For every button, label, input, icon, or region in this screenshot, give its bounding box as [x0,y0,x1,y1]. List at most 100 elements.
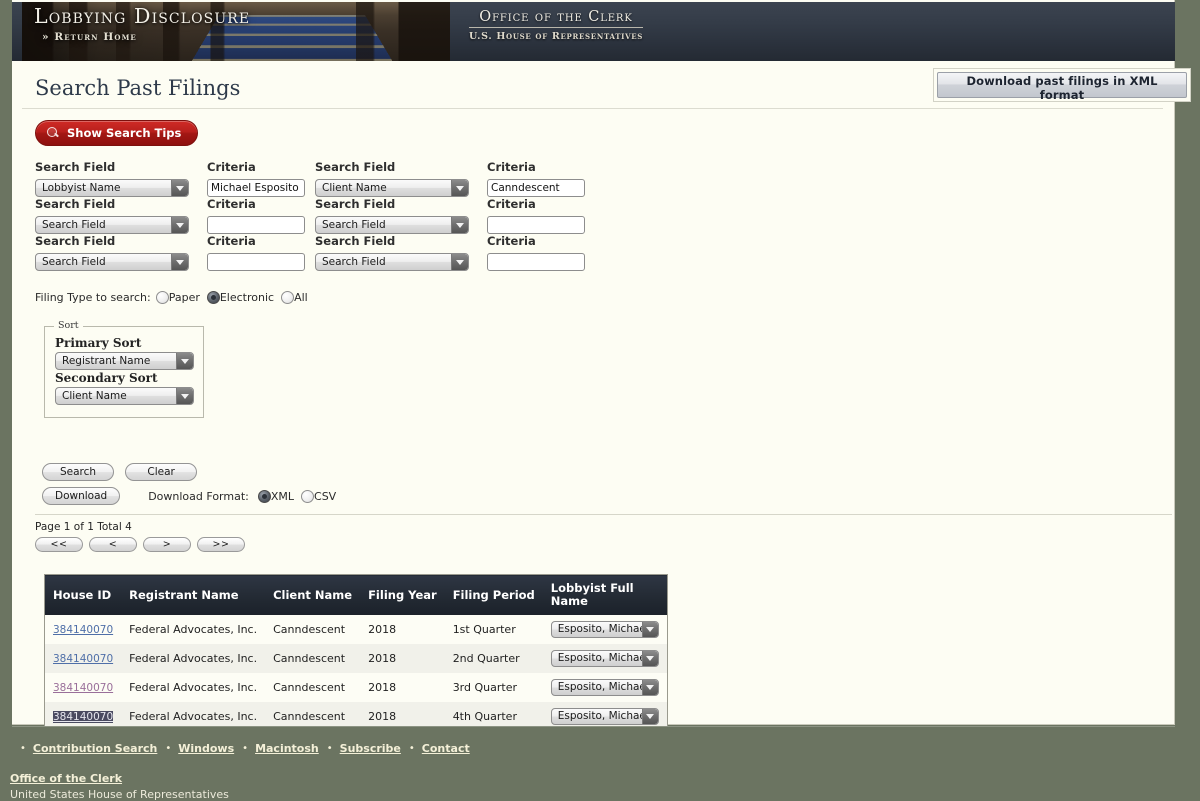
search-field-select-4[interactable]: Search Field [315,216,469,234]
house-id-link[interactable]: 384140070 [53,682,113,694]
cell-client: Canndescent [265,644,360,673]
footer-link-subscribe[interactable]: Subscribe [340,742,401,755]
site-footer: • Contribution Search • Windows • Macint… [0,726,1200,790]
criteria-input-4[interactable] [487,216,585,234]
footer-links: • Contribution Search • Windows • Macint… [12,742,470,755]
label-search-field: Search Field [35,234,207,250]
search-row-1: Lobbyist Name Client Name [35,176,1172,197]
page-last-button[interactable]: >> [197,537,245,552]
radio-filing-paper[interactable] [156,291,169,304]
cell-period: 1st Quarter [445,615,543,644]
column-lobbyist-full-name: Lobbyist Full Name [543,575,668,616]
search-field-select-3[interactable]: Search Field [35,216,189,234]
table-row: 384140070 Federal Advocates, Inc. Cannde… [45,673,668,702]
page-next-button[interactable]: > [143,537,191,552]
label-search-field: Search Field [315,160,487,176]
footer-link-contribution-search[interactable]: Contribution Search [33,742,157,755]
show-search-tips-button[interactable]: Show Search Tips [35,120,198,146]
criteria-input-1[interactable] [207,179,305,197]
search-field-select-5[interactable]: Search Field [35,253,189,271]
clerk-title: Office of the Clerk [469,9,643,28]
lobbyist-value-2: Esposito, Michael [558,652,649,664]
search-field-select-2[interactable]: Client Name [315,179,469,197]
criteria-input-6[interactable] [487,253,585,271]
primary-sort-label: Primary Sort [55,336,193,350]
table-row: 384140070 Federal Advocates, Inc. Cannde… [45,615,668,644]
clerk-subtitle: U.S. House of Representatives [469,31,643,42]
footer-link-contact[interactable]: Contact [422,742,470,755]
primary-sort-select[interactable]: Registrant Name [55,352,194,370]
criteria-input-2[interactable] [487,179,585,197]
search-field-select-1[interactable]: Lobbyist Name [35,179,189,197]
chevron-down-icon [451,180,468,196]
house-id-link[interactable]: 384140070 [53,624,113,636]
search-field-value-2: Client Name [322,182,387,194]
radio-label-electronic: Electronic [220,291,274,304]
column-registrant-name: Registrant Name [121,575,265,616]
radio-format-csv[interactable] [301,490,314,503]
lobbyist-select-1[interactable]: Esposito, Michael [551,621,659,638]
label-criteria: Criteria [487,234,595,250]
cell-period: 2nd Quarter [445,644,543,673]
cell-registrant: Federal Advocates, Inc. [121,644,265,673]
page-prev-button[interactable]: < [89,537,137,552]
radio-filing-all[interactable] [281,291,294,304]
results-table-body: 384140070 Federal Advocates, Inc. Cannde… [45,615,668,732]
sort-fieldset: Sort Primary Sort Registrant Name Second… [44,326,204,418]
chevron-down-icon [642,680,658,695]
cell-house-id: 384140070 [45,644,122,673]
cell-year: 2018 [360,644,445,673]
radio-label-xml: XML [271,490,294,503]
page-first-button[interactable]: << [35,537,83,552]
criteria-input-5[interactable] [207,253,305,271]
cell-house-id: 384140070 [45,673,122,702]
lobbyist-select-4[interactable]: Esposito, Michael [551,708,659,725]
chevron-down-icon [642,622,658,637]
clear-button[interactable]: Clear [125,463,197,481]
content-frame: Lobbying Disclosure » Return Home Office… [12,0,1175,725]
criteria-input-3[interactable] [207,216,305,234]
column-client-name: Client Name [265,575,360,616]
lobbyist-select-3[interactable]: Esposito, Michael [551,679,659,696]
return-home-link[interactable]: » Return Home [42,31,250,43]
radio-label-paper: Paper [169,291,200,304]
chevron-down-icon [171,180,188,196]
footer-office-of-the-clerk-link[interactable]: Office of the Clerk [10,772,122,785]
label-criteria: Criteria [207,197,315,213]
results-table: House ID Registrant Name Client Name Fil… [44,574,668,732]
search-field-select-6[interactable]: Search Field [315,253,469,271]
show-search-tips-label: Show Search Tips [67,126,181,140]
chevron-down-icon [451,217,468,233]
clerk-branding: Office of the Clerk U.S. House of Repres… [469,9,643,42]
search-field-value-5: Search Field [42,256,106,268]
label-search-field: Search Field [35,197,207,213]
radio-label-csv: CSV [314,490,336,503]
footer-link-macintosh[interactable]: Macintosh [255,742,319,755]
divider [35,514,1172,515]
download-row: Download Download Format: XML CSV [42,487,1172,505]
search-row-3: Search Field Search Field [35,250,1172,271]
chevron-down-icon [171,254,188,270]
secondary-sort-label: Secondary Sort [55,371,193,385]
cell-lobbyist: Esposito, Michael [543,673,668,702]
footer-link-windows[interactable]: Windows [178,742,234,755]
house-id-link[interactable]: 384140070 [53,653,113,665]
chevron-down-icon [642,651,658,666]
pagination-info-top: Page 1 of 1 Total 4 [35,521,1172,533]
label-criteria: Criteria [207,234,315,250]
filing-type-row: Filing Type to search: Paper Electronic … [35,291,1172,304]
label-criteria: Criteria [487,197,595,213]
cell-year: 2018 [360,615,445,644]
radio-format-xml[interactable] [258,490,271,503]
radio-filing-electronic[interactable] [207,291,220,304]
results-table-wrap: House ID Registrant Name Client Name Fil… [44,574,1172,732]
download-button[interactable]: Download [42,487,120,505]
search-button[interactable]: Search [42,463,114,481]
lobbyist-select-2[interactable]: Esposito, Michael [551,650,659,667]
cell-period: 3rd Quarter [445,673,543,702]
house-id-link[interactable]: 384140070 [53,711,113,723]
label-search-field: Search Field [315,197,487,213]
main-content: Search Past Filings Show Search Tips Sea… [22,66,1172,767]
footer-org: Office of the Clerk United States House … [10,767,229,801]
secondary-sort-select[interactable]: Client Name [55,387,194,405]
